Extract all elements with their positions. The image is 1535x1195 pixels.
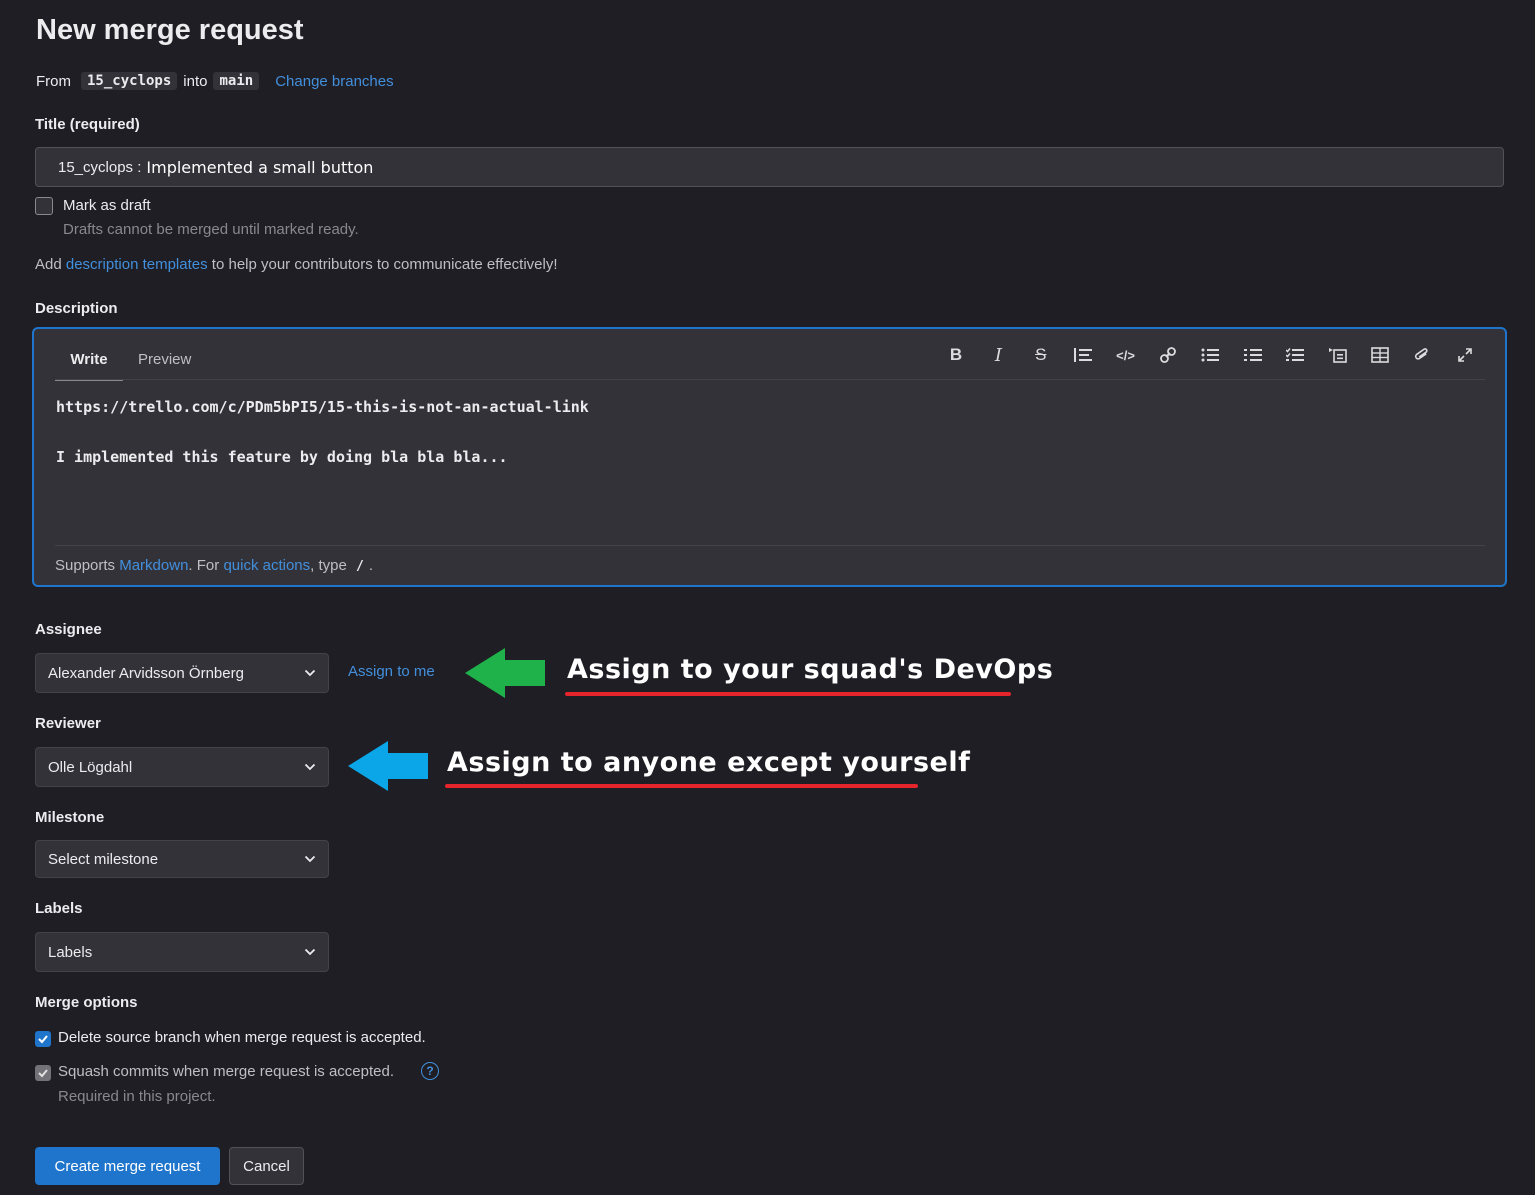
- description-line: [56, 420, 589, 445]
- delete-source-branch-checkbox[interactable]: [35, 1031, 51, 1047]
- editor-toolbar: B I S </>: [946, 345, 1475, 366]
- mark-as-draft-label: Mark as draft: [63, 197, 151, 214]
- mark-as-draft-checkbox[interactable]: [35, 197, 53, 215]
- tab-write[interactable]: Write: [55, 339, 123, 381]
- italic-icon[interactable]: I: [988, 345, 1008, 366]
- title-label: Title (required): [35, 116, 140, 133]
- milestone-label: Milestone: [35, 809, 105, 826]
- chevron-down-icon: [304, 948, 316, 956]
- templates-hint-prefix: Add: [35, 256, 62, 273]
- help-icon[interactable]: ?: [421, 1062, 439, 1080]
- footer-type: , type: [310, 557, 347, 574]
- editor-footer-divider: [55, 545, 1485, 546]
- footer-end: .: [368, 557, 374, 574]
- branch-info: From 15_cyclops into main Change branche…: [36, 72, 394, 90]
- quick-actions-link[interactable]: quick actions: [223, 557, 310, 574]
- tab-preview[interactable]: Preview: [138, 339, 191, 379]
- page-title: New merge request: [36, 14, 304, 46]
- title-input[interactable]: 15_cyclops : Implemented a small button: [35, 147, 1504, 187]
- reviewer-value: Olle Lögdahl: [48, 758, 133, 776]
- milestone-dropdown[interactable]: Select milestone: [35, 840, 329, 878]
- title-prefix: 15_cyclops :: [58, 158, 142, 176]
- cancel-button[interactable]: Cancel: [229, 1147, 304, 1185]
- assign-to-me-link[interactable]: Assign to me: [348, 663, 435, 680]
- squash-commits-checkbox: [35, 1065, 51, 1081]
- attach-file-icon[interactable]: [1412, 345, 1432, 365]
- squash-help-text: Required in this project.: [58, 1088, 216, 1105]
- description-textarea[interactable]: https://trello.com/c/PDm5bPI5/15-this-is…: [56, 395, 589, 470]
- chevron-down-icon: [304, 669, 316, 677]
- table-icon[interactable]: [1370, 345, 1390, 365]
- anyone-annotation: Assign to anyone except yourself: [447, 747, 971, 778]
- editor-footer: Supports Markdown. For quick actions, ty…: [55, 557, 373, 574]
- milestone-value: Select milestone: [48, 850, 159, 868]
- create-merge-request-button[interactable]: Create merge request: [35, 1147, 220, 1185]
- code-icon[interactable]: </>: [1116, 345, 1136, 365]
- title-value: Implemented a small button: [146, 157, 374, 177]
- slash-chip: /: [351, 559, 369, 574]
- bold-icon[interactable]: B: [946, 345, 966, 365]
- labels-value: Labels: [48, 943, 93, 961]
- labels-label: Labels: [35, 900, 83, 917]
- task-list-icon[interactable]: [1285, 345, 1305, 365]
- bulleted-list-icon[interactable]: [1200, 345, 1220, 365]
- quote-icon[interactable]: [1073, 345, 1093, 365]
- fullscreen-icon[interactable]: [1455, 345, 1475, 365]
- editor-tab-divider: [55, 379, 1485, 380]
- change-branches-link[interactable]: Change branches: [275, 73, 393, 90]
- description-label: Description: [35, 300, 118, 317]
- squash-commits-label: Squash commits when merge request is acc…: [58, 1063, 394, 1080]
- from-label: From: [36, 72, 71, 90]
- footer-for: . For: [188, 557, 220, 574]
- delete-source-branch-label: Delete source branch when merge request …: [58, 1029, 426, 1046]
- target-branch: main: [213, 72, 260, 90]
- templates-hint-suffix: to help your contributors to communicate…: [211, 256, 558, 273]
- assignee-dropdown[interactable]: Alexander Arvidsson Örnberg: [35, 653, 329, 693]
- anyone-underline: [445, 784, 918, 788]
- strikethrough-icon[interactable]: S: [1031, 345, 1051, 365]
- labels-dropdown[interactable]: Labels: [35, 932, 329, 972]
- reviewer-dropdown[interactable]: Olle Lögdahl: [35, 747, 329, 787]
- description-line: https://trello.com/c/PDm5bPI5/15-this-is…: [56, 398, 589, 416]
- reviewer-label: Reviewer: [35, 715, 101, 732]
- link-icon[interactable]: [1158, 345, 1178, 365]
- check-icon: [38, 1069, 48, 1078]
- assignee-label: Assignee: [35, 621, 102, 638]
- chevron-down-icon: [304, 763, 316, 771]
- check-icon: [38, 1035, 48, 1044]
- assignee-value: Alexander Arvidsson Örnberg: [48, 664, 244, 682]
- description-line: I implemented this feature by doing bla …: [56, 448, 508, 466]
- templates-hint: Add description templates to help your c…: [35, 256, 558, 273]
- markdown-link[interactable]: Markdown: [119, 557, 188, 574]
- merge-options-label: Merge options: [35, 994, 138, 1011]
- collapsible-section-icon[interactable]: [1328, 345, 1348, 365]
- devops-annotation: Assign to your squad's DevOps: [567, 654, 1054, 685]
- description-templates-link[interactable]: description templates: [66, 256, 208, 273]
- numbered-list-icon[interactable]: [1243, 345, 1263, 365]
- green-arrow-icon: [465, 648, 545, 698]
- source-branch: 15_cyclops: [81, 72, 178, 90]
- blue-arrow-icon: [348, 741, 428, 791]
- into-label: into: [183, 72, 208, 90]
- chevron-down-icon: [304, 855, 316, 863]
- footer-supports: Supports: [55, 557, 116, 574]
- description-editor: Write Preview B I S </> https://trello.c…: [32, 327, 1507, 587]
- draft-help-text: Drafts cannot be merged until marked rea…: [63, 221, 359, 238]
- devops-underline: [565, 692, 1011, 696]
